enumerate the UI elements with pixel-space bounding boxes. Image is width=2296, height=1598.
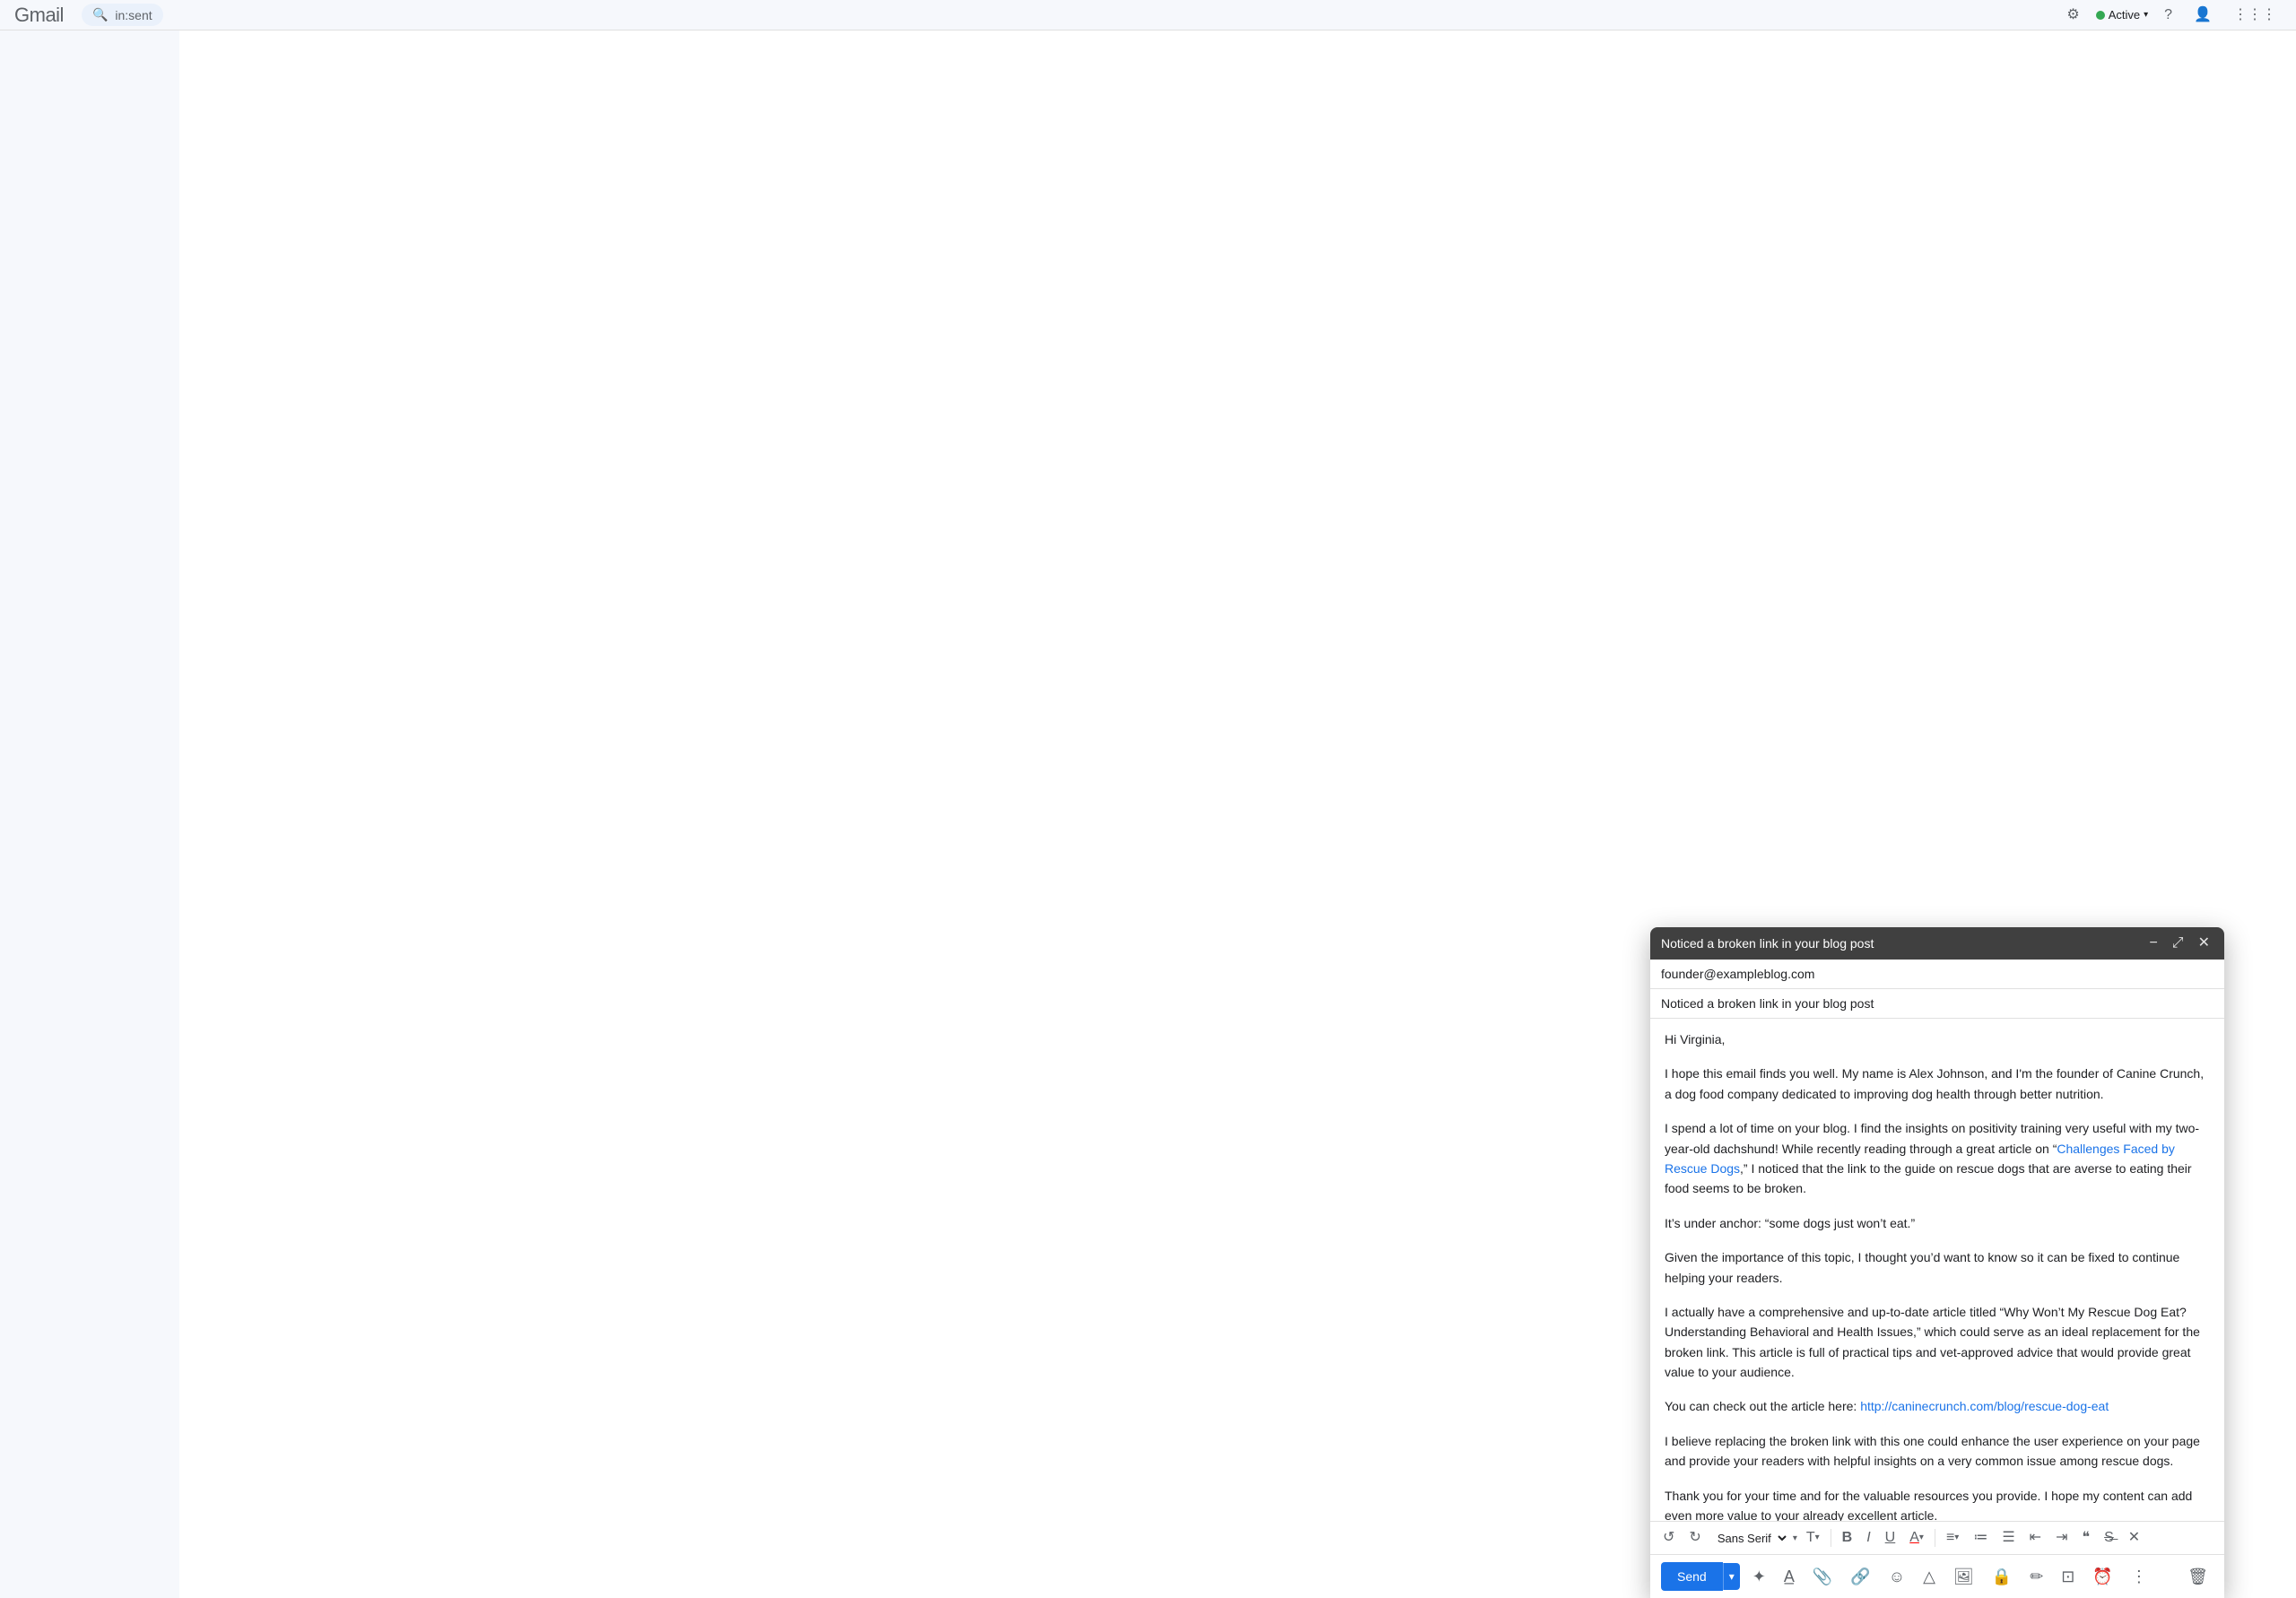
italic-button[interactable]: I bbox=[1861, 1527, 1875, 1549]
send-button[interactable]: Send bbox=[1661, 1562, 1723, 1591]
to-field[interactable]: founder@exampleblog.com bbox=[1650, 960, 2224, 989]
drive-button[interactable]: △ bbox=[1918, 1564, 1941, 1590]
font-family-select[interactable]: Sans Serif bbox=[1710, 1529, 1789, 1548]
top-bar-right: ⚙ Active ▾ ? 👤 ⋮⋮⋮ bbox=[2061, 4, 2282, 26]
active-label: Active bbox=[2109, 8, 2140, 22]
grid-apps-icon[interactable]: ⋮⋮⋮ bbox=[2228, 4, 2282, 26]
quote-button[interactable]: ❝ bbox=[2076, 1527, 2095, 1549]
signature-button[interactable]: ✏ bbox=[2024, 1564, 2048, 1590]
active-status: Active ▾ bbox=[2096, 8, 2148, 22]
insert-link-button[interactable]: 🔗 bbox=[1845, 1564, 1875, 1590]
insert-emoji-button[interactable]: ☺ bbox=[1883, 1564, 1910, 1590]
para6-before-link: You can check out the article here: bbox=[1665, 1399, 1860, 1413]
discard-button[interactable]: 🗑 bbox=[2182, 1564, 2213, 1590]
para8: Thank you for your time and for the valu… bbox=[1665, 1486, 2210, 1521]
search-bar[interactable]: 🔍 in:sent bbox=[82, 4, 163, 26]
expand-button[interactable]: ⤢ bbox=[2169, 934, 2187, 952]
compose-body[interactable]: Hi Virginia, I hope this email finds you… bbox=[1650, 1019, 2224, 1521]
compose-window: Noticed a broken link in your blog post … bbox=[1650, 927, 2224, 1598]
sidebar-background bbox=[0, 30, 179, 1598]
more-options-button[interactable]: ⋮ bbox=[2126, 1564, 2152, 1590]
undo-button[interactable]: ↺ bbox=[1657, 1527, 1680, 1549]
toggle-button[interactable]: ⊡ bbox=[2056, 1564, 2080, 1590]
ordered-list-button[interactable]: ≔ bbox=[1968, 1527, 1993, 1549]
para5: I actually have a comprehensive and up-t… bbox=[1665, 1302, 2210, 1383]
align-button[interactable]: ≡ ▾ bbox=[1941, 1527, 1964, 1549]
compose-header: Noticed a broken link in your blog post … bbox=[1650, 927, 2224, 960]
search-icon: 🔍 bbox=[92, 7, 108, 22]
para6: You can check out the article here: http… bbox=[1665, 1396, 2210, 1416]
strikethrough-button[interactable]: S̶ bbox=[2099, 1527, 2119, 1549]
formatting-toolbar: ↺ ↻ Sans Serif ▾ T ▾ B I U A ▾ ≡ ▾ ≔ ☰ ⇤… bbox=[1650, 1521, 2224, 1554]
top-bar: Gmail 🔍 in:sent ⚙ Active ▾ ? 👤 ⋮⋮⋮ bbox=[0, 0, 2296, 30]
para2: I spend a lot of time on your blog. I fi… bbox=[1665, 1118, 2210, 1199]
insert-photo-button[interactable]: 🖼 bbox=[1948, 1564, 1979, 1590]
font-size-chevron: ▾ bbox=[1815, 1533, 1820, 1542]
clear-formatting-button[interactable]: ✕ bbox=[2123, 1527, 2145, 1549]
subject-text: Noticed a broken link in your blog post bbox=[1661, 996, 1874, 1011]
attach-file-button[interactable]: 📎 bbox=[1807, 1564, 1838, 1590]
ai-compose-button[interactable]: ✦ bbox=[1747, 1564, 1771, 1590]
para2-after-link: ,” I noticed that the link to the guide … bbox=[1665, 1161, 2192, 1195]
contacts-icon[interactable]: 👤 bbox=[2188, 4, 2217, 26]
active-dot bbox=[2096, 11, 2105, 20]
greeting: Hi Virginia, bbox=[1665, 1029, 2210, 1049]
format-text-button[interactable]: A̲ bbox=[1779, 1564, 1800, 1590]
unordered-list-button[interactable]: ☰ bbox=[1996, 1527, 2020, 1549]
underline-button[interactable]: U bbox=[1880, 1527, 1901, 1549]
compose-title: Noticed a broken link in your blog post bbox=[1661, 936, 1874, 951]
para3: It’s under anchor: “some dogs just won’t… bbox=[1665, 1213, 2210, 1233]
indent-less-button[interactable]: ⇤ bbox=[2024, 1527, 2047, 1549]
send-button-group: Send ▾ bbox=[1661, 1562, 1740, 1591]
help-button[interactable]: ? bbox=[2159, 4, 2178, 26]
para1: I hope this email finds you well. My nam… bbox=[1665, 1064, 2210, 1104]
compose-fields: founder@exampleblog.com Noticed a broken… bbox=[1650, 960, 2224, 1019]
to-address: founder@exampleblog.com bbox=[1661, 967, 1814, 981]
para4: Given the importance of this topic, I th… bbox=[1665, 1247, 2210, 1288]
lock-button[interactable]: 🔒 bbox=[1987, 1564, 2017, 1590]
article-link[interactable]: http://caninecrunch.com/blog/rescue-dog-… bbox=[1860, 1399, 2109, 1413]
gmail-logo: Gmail bbox=[14, 4, 64, 27]
text-color-button[interactable]: A ▾ bbox=[1904, 1527, 1929, 1549]
redo-button[interactable]: ↻ bbox=[1683, 1527, 1706, 1549]
font-size-button[interactable]: T ▾ bbox=[1801, 1527, 1825, 1549]
search-text: in:sent bbox=[115, 8, 152, 22]
bold-button[interactable]: B bbox=[1837, 1527, 1858, 1549]
minimize-button[interactable]: − bbox=[2145, 934, 2161, 952]
compose-header-actions: − ⤢ ✕ bbox=[2145, 934, 2213, 952]
schedule-send-button[interactable]: ⏰ bbox=[2087, 1564, 2118, 1590]
close-compose-button[interactable]: ✕ bbox=[2195, 934, 2213, 952]
chevron-down-icon: ▾ bbox=[2144, 10, 2148, 20]
subject-field[interactable]: Noticed a broken link in your blog post bbox=[1650, 989, 2224, 1018]
color-chevron: ▾ bbox=[1919, 1533, 1924, 1542]
settings-icon[interactable]: ⚙ bbox=[2061, 4, 2084, 26]
font-chevron: ▾ bbox=[1793, 1533, 1797, 1543]
indent-more-button[interactable]: ⇥ bbox=[2050, 1527, 2073, 1549]
align-chevron: ▾ bbox=[1954, 1533, 1959, 1542]
send-dropdown-button[interactable]: ▾ bbox=[1723, 1563, 1740, 1590]
para7: I believe replacing the broken link with… bbox=[1665, 1431, 2210, 1472]
compose-actions-bar: Send ▾ ✦ A̲ 📎 🔗 ☺ △ 🖼 🔒 ✏ ⊡ ⏰ ⋮ 🗑 bbox=[1650, 1554, 2224, 1598]
